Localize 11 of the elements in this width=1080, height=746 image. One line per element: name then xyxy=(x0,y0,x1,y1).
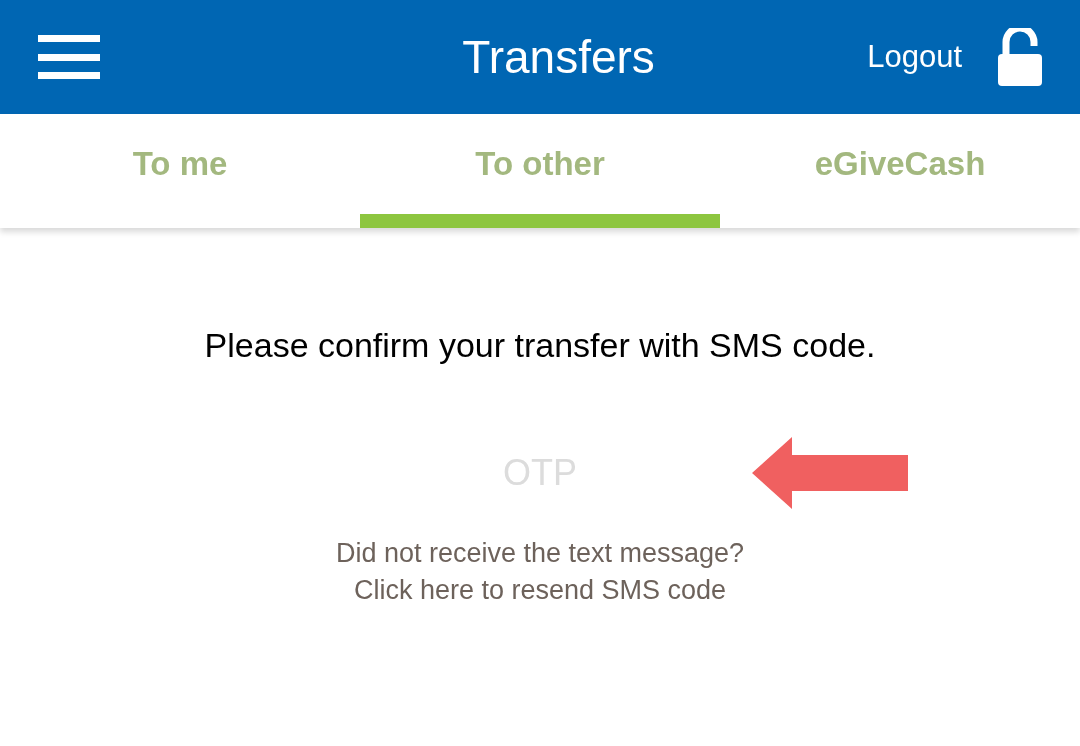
tab[interactable]: To me xyxy=(0,114,360,228)
menu-icon[interactable] xyxy=(38,35,100,79)
arrow-icon xyxy=(752,437,908,509)
tab[interactable]: To other xyxy=(360,114,720,228)
resend-link[interactable]: Click here to resend SMS code xyxy=(353,572,727,609)
padlock-icon[interactable] xyxy=(998,28,1042,86)
resend-question: Did not receive the text message? xyxy=(335,537,745,570)
logout-button[interactable]: Logout xyxy=(867,33,962,81)
instruction-text: Please confirm your transfer with SMS code. xyxy=(204,325,876,366)
tab[interactable]: eGiveCash xyxy=(720,114,1080,228)
page-title: Transfers xyxy=(462,29,655,85)
